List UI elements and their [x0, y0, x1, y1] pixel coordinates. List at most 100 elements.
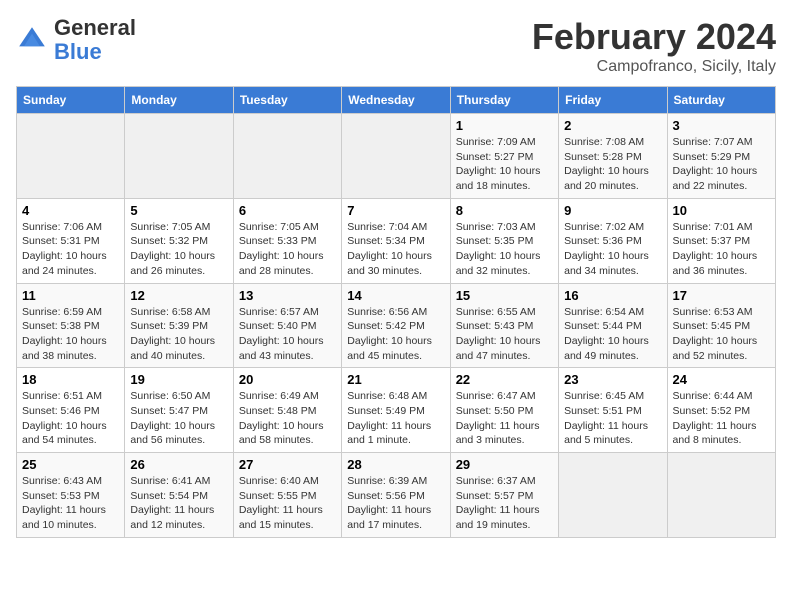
logo-blue: Blue: [54, 39, 102, 64]
calendar-cell: 11 Sunrise: 6:59 AM Sunset: 5:38 PM Dayli…: [17, 283, 125, 368]
logo-icon: [16, 24, 48, 56]
calendar-week-row: 25 Sunrise: 6:43 AM Sunset: 5:53 PM Dayli…: [17, 453, 776, 538]
day-number: 12: [130, 288, 227, 303]
cell-details: Sunrise: 6:40 AM Sunset: 5:55 PM Dayligh…: [239, 474, 336, 533]
calendar-cell: 19 Sunrise: 6:50 AM Sunset: 5:47 PM Dayli…: [125, 368, 233, 453]
day-number: 2: [564, 118, 661, 133]
calendar-cell: 10 Sunrise: 7:01 AM Sunset: 5:37 PM Dayli…: [667, 198, 775, 283]
calendar-cell: 16 Sunrise: 6:54 AM Sunset: 5:44 PM Dayli…: [559, 283, 667, 368]
cell-details: Sunrise: 6:41 AM Sunset: 5:54 PM Dayligh…: [130, 474, 227, 533]
cell-details: Sunrise: 6:37 AM Sunset: 5:57 PM Dayligh…: [456, 474, 553, 533]
cell-details: Sunrise: 7:08 AM Sunset: 5:28 PM Dayligh…: [564, 135, 661, 194]
weekday-header: Wednesday: [342, 87, 450, 114]
day-number: 11: [22, 288, 119, 303]
cell-details: Sunrise: 6:43 AM Sunset: 5:53 PM Dayligh…: [22, 474, 119, 533]
calendar-week-row: 4Sunrise: 7:06 AM Sunset: 5:31 PM Daylig…: [17, 198, 776, 283]
calendar-cell: 14 Sunrise: 6:56 AM Sunset: 5:42 PM Dayli…: [342, 283, 450, 368]
page-header: General Blue February 2024 Campofranco, …: [16, 16, 776, 76]
weekday-header: Thursday: [450, 87, 558, 114]
cell-details: Sunrise: 6:55 AM Sunset: 5:43 PM Dayligh…: [456, 305, 553, 364]
day-number: 15: [456, 288, 553, 303]
cell-details: Sunrise: 6:59 AM Sunset: 5:38 PM Dayligh…: [22, 305, 119, 364]
calendar-cell: 9Sunrise: 7:02 AM Sunset: 5:36 PM Daylig…: [559, 198, 667, 283]
cell-details: Sunrise: 7:02 AM Sunset: 5:36 PM Dayligh…: [564, 220, 661, 279]
calendar-cell: [233, 114, 341, 199]
calendar-cell: 15 Sunrise: 6:55 AM Sunset: 5:43 PM Dayli…: [450, 283, 558, 368]
cell-details: Sunrise: 6:57 AM Sunset: 5:40 PM Dayligh…: [239, 305, 336, 364]
calendar-table: SundayMondayTuesdayWednesdayThursdayFrid…: [16, 86, 776, 538]
calendar-cell: [342, 114, 450, 199]
calendar-cell: 20 Sunrise: 6:49 AM Sunset: 5:48 PM Dayli…: [233, 368, 341, 453]
day-number: 26: [130, 457, 227, 472]
cell-details: Sunrise: 6:58 AM Sunset: 5:39 PM Dayligh…: [130, 305, 227, 364]
day-number: 24: [673, 372, 770, 387]
day-number: 10: [673, 203, 770, 218]
weekday-header-row: SundayMondayTuesdayWednesdayThursdayFrid…: [17, 87, 776, 114]
day-number: 20: [239, 372, 336, 387]
day-number: 5: [130, 203, 227, 218]
calendar-cell: 8Sunrise: 7:03 AM Sunset: 5:35 PM Daylig…: [450, 198, 558, 283]
calendar-week-row: 18 Sunrise: 6:51 AM Sunset: 5:46 PM Dayli…: [17, 368, 776, 453]
cell-details: Sunrise: 6:49 AM Sunset: 5:48 PM Dayligh…: [239, 389, 336, 448]
weekday-header: Sunday: [17, 87, 125, 114]
day-number: 6: [239, 203, 336, 218]
cell-details: Sunrise: 6:51 AM Sunset: 5:46 PM Dayligh…: [22, 389, 119, 448]
calendar-cell: 3 Sunrise: 7:07 AM Sunset: 5:29 PM Daylig…: [667, 114, 775, 199]
day-number: 28: [347, 457, 444, 472]
cell-details: Sunrise: 6:56 AM Sunset: 5:42 PM Dayligh…: [347, 305, 444, 364]
calendar-cell: 25 Sunrise: 6:43 AM Sunset: 5:53 PM Dayli…: [17, 453, 125, 538]
day-number: 13: [239, 288, 336, 303]
calendar-cell: 21Sunrise: 6:48 AM Sunset: 5:49 PM Dayli…: [342, 368, 450, 453]
day-number: 22: [456, 372, 553, 387]
cell-details: Sunrise: 7:07 AM Sunset: 5:29 PM Dayligh…: [673, 135, 770, 194]
calendar-cell: [667, 453, 775, 538]
day-number: 14: [347, 288, 444, 303]
calendar-cell: 24 Sunrise: 6:44 AM Sunset: 5:52 PM Dayli…: [667, 368, 775, 453]
calendar-cell: 18 Sunrise: 6:51 AM Sunset: 5:46 PM Dayli…: [17, 368, 125, 453]
cell-details: Sunrise: 6:53 AM Sunset: 5:45 PM Dayligh…: [673, 305, 770, 364]
calendar-cell: 26 Sunrise: 6:41 AM Sunset: 5:54 PM Dayli…: [125, 453, 233, 538]
calendar-cell: 7 Sunrise: 7:04 AM Sunset: 5:34 PM Daylig…: [342, 198, 450, 283]
weekday-header: Friday: [559, 87, 667, 114]
calendar-week-row: 1Sunrise: 7:09 AM Sunset: 5:27 PM Daylig…: [17, 114, 776, 199]
calendar-cell: 5 Sunrise: 7:05 AM Sunset: 5:32 PM Daylig…: [125, 198, 233, 283]
day-number: 18: [22, 372, 119, 387]
calendar-cell: 17 Sunrise: 6:53 AM Sunset: 5:45 PM Dayli…: [667, 283, 775, 368]
calendar-week-row: 11 Sunrise: 6:59 AM Sunset: 5:38 PM Dayli…: [17, 283, 776, 368]
calendar-cell: 23 Sunrise: 6:45 AM Sunset: 5:51 PM Dayli…: [559, 368, 667, 453]
calendar-cell: 6 Sunrise: 7:05 AM Sunset: 5:33 PM Daylig…: [233, 198, 341, 283]
cell-details: Sunrise: 7:09 AM Sunset: 5:27 PM Dayligh…: [456, 135, 553, 194]
cell-details: Sunrise: 6:54 AM Sunset: 5:44 PM Dayligh…: [564, 305, 661, 364]
day-number: 25: [22, 457, 119, 472]
calendar-cell: 29 Sunrise: 6:37 AM Sunset: 5:57 PM Dayli…: [450, 453, 558, 538]
calendar-cell: 27 Sunrise: 6:40 AM Sunset: 5:55 PM Dayli…: [233, 453, 341, 538]
weekday-header: Saturday: [667, 87, 775, 114]
day-number: 23: [564, 372, 661, 387]
cell-details: Sunrise: 6:44 AM Sunset: 5:52 PM Dayligh…: [673, 389, 770, 448]
cell-details: Sunrise: 7:01 AM Sunset: 5:37 PM Dayligh…: [673, 220, 770, 279]
calendar-cell: 13 Sunrise: 6:57 AM Sunset: 5:40 PM Dayli…: [233, 283, 341, 368]
day-number: 7: [347, 203, 444, 218]
day-number: 16: [564, 288, 661, 303]
day-number: 17: [673, 288, 770, 303]
cell-details: Sunrise: 7:06 AM Sunset: 5:31 PM Dayligh…: [22, 220, 119, 279]
day-number: 29: [456, 457, 553, 472]
calendar-cell: 1Sunrise: 7:09 AM Sunset: 5:27 PM Daylig…: [450, 114, 558, 199]
calendar-cell: 22Sunrise: 6:47 AM Sunset: 5:50 PM Dayli…: [450, 368, 558, 453]
cell-details: Sunrise: 7:04 AM Sunset: 5:34 PM Dayligh…: [347, 220, 444, 279]
calendar-cell: 12 Sunrise: 6:58 AM Sunset: 5:39 PM Dayli…: [125, 283, 233, 368]
cell-details: Sunrise: 6:50 AM Sunset: 5:47 PM Dayligh…: [130, 389, 227, 448]
day-number: 19: [130, 372, 227, 387]
calendar-cell: 28 Sunrise: 6:39 AM Sunset: 5:56 PM Dayli…: [342, 453, 450, 538]
cell-details: Sunrise: 7:03 AM Sunset: 5:35 PM Dayligh…: [456, 220, 553, 279]
cell-details: Sunrise: 6:45 AM Sunset: 5:51 PM Dayligh…: [564, 389, 661, 448]
title-block: February 2024 Campofranco, Sicily, Italy: [532, 16, 776, 76]
cell-details: Sunrise: 7:05 AM Sunset: 5:33 PM Dayligh…: [239, 220, 336, 279]
location: Campofranco, Sicily, Italy: [532, 58, 776, 76]
day-number: 3: [673, 118, 770, 133]
day-number: 27: [239, 457, 336, 472]
cell-details: Sunrise: 6:39 AM Sunset: 5:56 PM Dayligh…: [347, 474, 444, 533]
calendar-cell: [559, 453, 667, 538]
weekday-header: Tuesday: [233, 87, 341, 114]
cell-details: Sunrise: 7:05 AM Sunset: 5:32 PM Dayligh…: [130, 220, 227, 279]
